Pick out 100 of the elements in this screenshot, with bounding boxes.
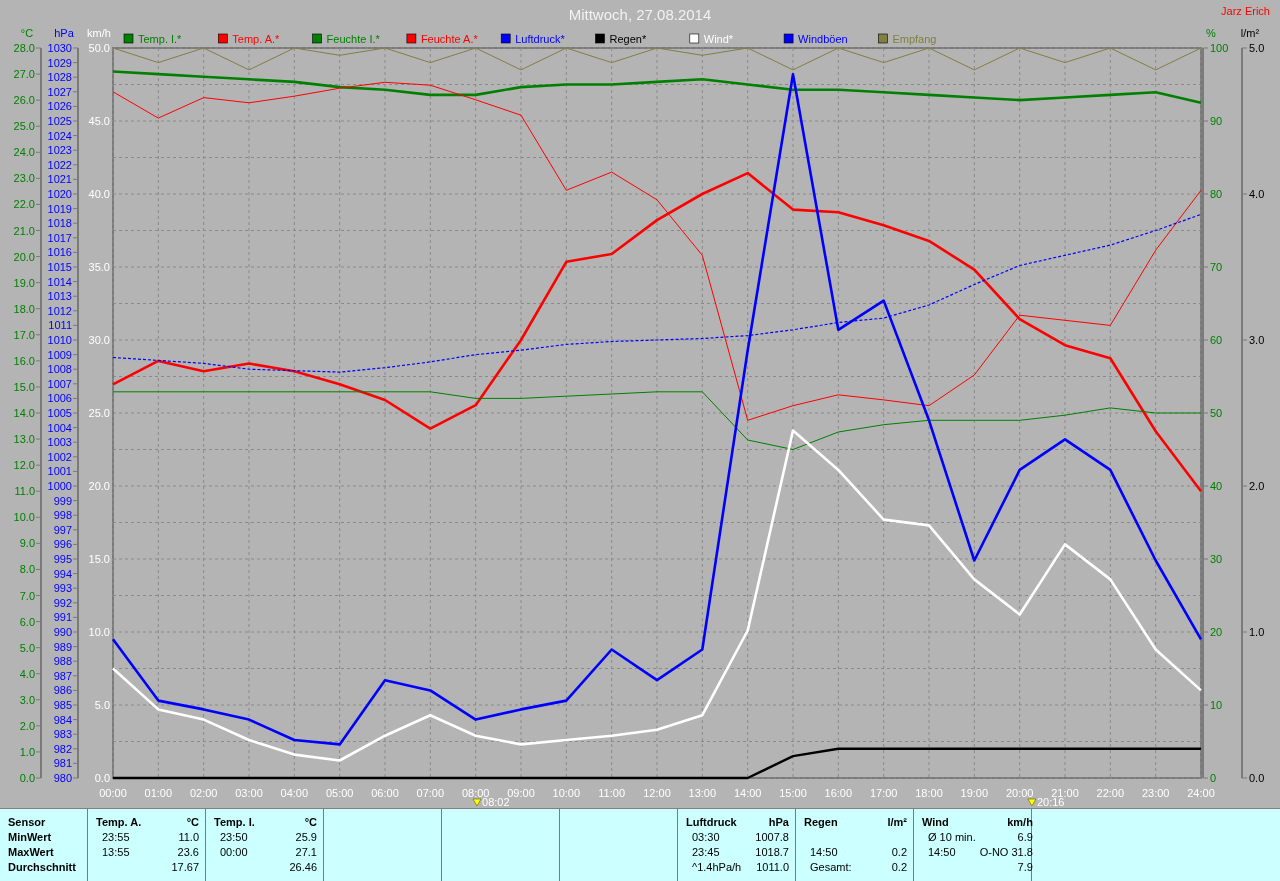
annotation-label: 20:16 — [1036, 796, 1065, 808]
axis-tick-label: 5.0 — [19, 641, 35, 654]
axis-tick-label: 10.0 — [88, 626, 110, 638]
axis-tick-label: 1015 — [47, 261, 72, 273]
axis-tick-label: 26.0 — [13, 94, 35, 107]
axis-tick-label: 21:00 — [1051, 787, 1079, 799]
axis-tick-label: 6.0 — [19, 615, 35, 628]
axis-tick-label: 5.0 — [94, 699, 110, 711]
axis-tick-label: 27.0 — [13, 68, 35, 81]
axis-tick-label: 1016 — [47, 246, 72, 259]
axis-tick-label: 8.0 — [19, 563, 35, 576]
panel-header: Temp. I. — [214, 816, 256, 830]
axis-tick-label: 30 — [1210, 553, 1223, 565]
unit-label: hPa — [767, 816, 789, 830]
axis-tick-label: 15:00 — [779, 787, 807, 799]
axis-tick-label: 7.0 — [19, 589, 35, 602]
axis-tick-label: 1013 — [47, 290, 72, 303]
axis-tick-label: 1024 — [47, 129, 72, 142]
axis-unit: % — [1206, 28, 1216, 39]
axis-tick-label: 986 — [53, 684, 72, 697]
axis-tick-label: 05:00 — [325, 787, 354, 799]
axis-tick-label: 2.0 — [19, 719, 35, 732]
axis-tick-label: 1008 — [47, 363, 72, 376]
legend-label: Empfang — [892, 32, 937, 45]
axis-tick-label: 23:00 — [1141, 787, 1170, 799]
axis-tick-label: 5.0 — [1249, 42, 1265, 54]
legend-label: Luftdruck* — [515, 32, 565, 45]
axis-tick-label: 24:00 — [1187, 787, 1215, 799]
panel-header: Regen — [804, 816, 839, 830]
axis-tick-label: 40 — [1210, 480, 1223, 492]
axis-tick-label: 20.0 — [13, 250, 35, 263]
time-cell: 14:50 — [810, 846, 838, 858]
axis-tick-label: 1011 — [48, 319, 72, 332]
chart-title: Mittwoch, 27.08.2014 — [568, 6, 712, 23]
axis-tick-label: 00:00 — [99, 787, 127, 799]
value-cell: 26.46 — [289, 861, 317, 873]
axis-tick-label: 1019 — [47, 202, 72, 215]
axis-tick-label: 90 — [1210, 115, 1223, 127]
axis-tick-label: 980 — [53, 772, 72, 784]
axis-tick-label: 30.0 — [88, 334, 110, 346]
value-cell: O-NO 31.8 — [979, 846, 1033, 858]
axis-tick-label: 4.0 — [1249, 188, 1265, 200]
axis-tick-label: 12.0 — [13, 459, 35, 472]
value-cell: 1018.7 — [755, 846, 789, 858]
axis-tick-label: 1028 — [47, 71, 72, 84]
axis-tick-label: 50.0 — [88, 42, 110, 54]
value-cell: 0.2 — [891, 861, 907, 873]
axis-tick-label: 1.0 — [19, 745, 35, 758]
time-cell: 23:50 — [220, 831, 248, 843]
axis-tick-label: 01:00 — [144, 787, 173, 799]
axis-tick-label: 16.0 — [13, 354, 35, 367]
value-cell: 11.0 — [178, 831, 199, 843]
axis-tick-label: 1018 — [47, 217, 72, 230]
axis-tick-label: 17:00 — [869, 787, 898, 799]
axis-tick-label: 08:00 — [461, 787, 490, 799]
axis-tick-label: 981 — [53, 757, 72, 770]
axis-tick-label: 100 — [1210, 42, 1229, 54]
value-cell: 25.9 — [295, 831, 317, 843]
panel-header: Wind — [922, 816, 950, 830]
axis-tick-label: 04:00 — [280, 787, 309, 799]
axis-tick-label: 28.0 — [13, 42, 35, 54]
value-cell: 0.2 — [891, 846, 907, 858]
panel-header: Temp. A. — [96, 816, 143, 830]
axis-tick-label: 991 — [53, 611, 72, 624]
axis-tick-label: 11:00 — [598, 787, 626, 799]
axis-tick-label: 988 — [53, 655, 72, 668]
axis-tick-label: 996 — [53, 538, 72, 551]
row-label: Durchschnitt — [8, 861, 77, 875]
axis-tick-label: 0.0 — [19, 772, 35, 784]
axis-unit: l/m² — [1240, 28, 1260, 39]
axis-tick-label: 17.0 — [13, 328, 35, 341]
axis-tick-label: 16:00 — [824, 787, 853, 799]
axis-tick-label: 3.0 — [1249, 334, 1265, 346]
axis-unit: hPa — [54, 28, 74, 39]
axis-tick-label: 20 — [1210, 626, 1223, 638]
legend-label: Wind* — [703, 32, 734, 45]
axis-tick-label: 18.0 — [13, 302, 35, 315]
value-cell: 23.6 — [177, 846, 199, 858]
value-cell: 7.9 — [1017, 861, 1033, 873]
axis-tick-label: 982 — [53, 742, 72, 755]
axis-tick-label: 13.0 — [13, 433, 35, 446]
axis-tick-label: 2.0 — [1249, 480, 1265, 492]
value-cell: 1011.0 — [756, 861, 789, 873]
axis-tick-label: 9.0 — [19, 537, 35, 550]
axis-tick-label: 0.0 — [94, 772, 110, 784]
axis-tick-label: 1012 — [47, 304, 72, 317]
unit-label: l/m² — [887, 816, 907, 830]
legend-label: Temp. I.* — [138, 32, 182, 45]
axis-tick-label: 20:00 — [1005, 787, 1034, 799]
axis-tick-label: 14.0 — [13, 407, 35, 419]
axis-tick-label: 0 — [1210, 772, 1217, 784]
panel-header: Sensor — [8, 816, 47, 830]
row-label: MinWert — [8, 831, 53, 845]
axis-tick-label: 1020 — [47, 188, 72, 200]
axis-tick-label: 12:00 — [643, 787, 671, 799]
axis-tick-label: 15.0 — [88, 553, 110, 565]
axis-tick-label: 983 — [53, 728, 72, 741]
axis-unit: km/h — [87, 28, 111, 39]
axis-tick-label: 1017 — [47, 231, 72, 244]
axis-tick-label: 11.0 — [14, 485, 35, 498]
